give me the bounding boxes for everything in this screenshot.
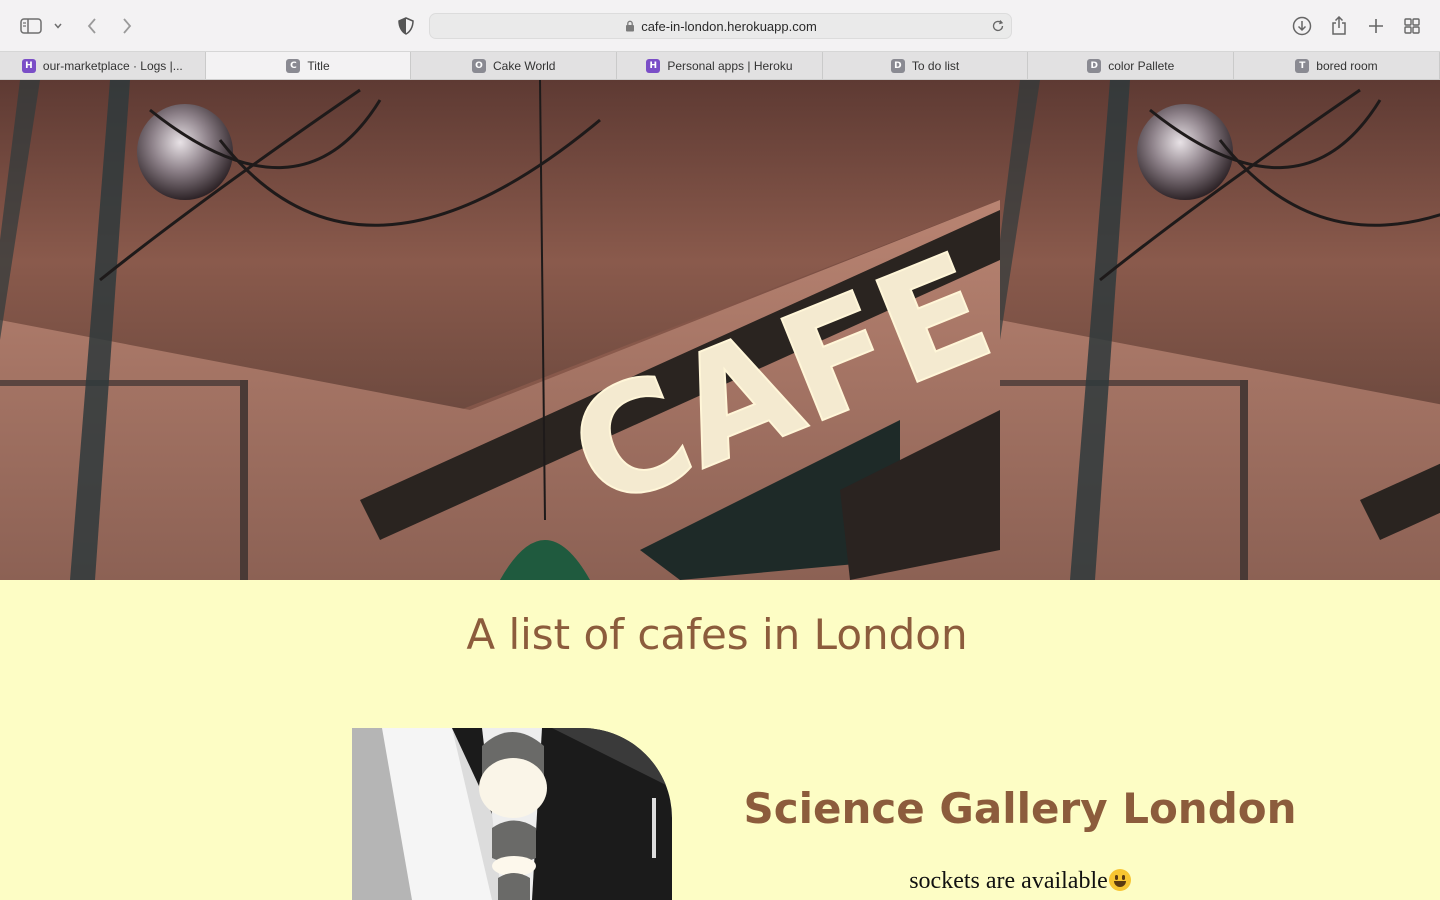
browser-tab[interactable]: Tbored room bbox=[1234, 52, 1440, 79]
tab-label: bored room bbox=[1316, 58, 1378, 73]
cafe-info: sockets are available bbox=[720, 868, 1320, 895]
tab-label: color Pallete bbox=[1108, 58, 1175, 73]
tab-label: Personal apps | Heroku bbox=[667, 58, 793, 73]
reload-icon[interactable] bbox=[991, 18, 1005, 34]
tab-label: our-marketplace · Logs |... bbox=[42, 58, 183, 73]
sidebar-toggle-icon[interactable] bbox=[18, 12, 44, 40]
url-text: cafe-in-london.herokuapp.com bbox=[641, 18, 817, 34]
tab-favicon-icon: D bbox=[890, 58, 905, 73]
browser-tab[interactable]: D To do list bbox=[823, 52, 1029, 79]
tab-bar: Hour-marketplace · Logs |... C Title O Cake … bbox=[0, 52, 1440, 80]
browser-tab[interactable]: O Cake World bbox=[411, 52, 618, 79]
tab-favicon-icon: T bbox=[1295, 58, 1310, 73]
browser-toolbar: cafe-in-london.herokuapp.com bbox=[0, 0, 1440, 52]
share-icon[interactable] bbox=[1329, 12, 1349, 40]
tab-label: Title bbox=[307, 58, 330, 73]
cafe-photo bbox=[352, 728, 672, 900]
hero-image: CAFE bbox=[0, 80, 1440, 580]
forward-icon[interactable] bbox=[117, 12, 137, 40]
browser-tab[interactable]: H Personal apps | Heroku bbox=[617, 52, 823, 79]
tab-overview-icon[interactable] bbox=[1402, 12, 1422, 40]
privacy-shield-icon[interactable] bbox=[396, 12, 416, 40]
tab-label: To do list bbox=[911, 58, 960, 73]
page-heading: A list of cafes in London bbox=[466, 610, 968, 659]
cafe-name: Science Gallery London bbox=[743, 784, 1297, 833]
cafe-info-text: sockets are available bbox=[909, 868, 1108, 894]
lock-icon bbox=[626, 20, 635, 32]
tab-favicon-icon: C bbox=[286, 58, 301, 73]
chevron-down-icon[interactable] bbox=[52, 12, 64, 40]
tab-label: Cake World bbox=[492, 58, 556, 73]
smiling-face-icon bbox=[1108, 869, 1131, 891]
tab-favicon-icon: O bbox=[471, 58, 486, 73]
tab-favicon-icon: D bbox=[1087, 58, 1102, 73]
tab-favicon-icon: H bbox=[646, 58, 661, 73]
new-tab-icon[interactable] bbox=[1366, 12, 1386, 40]
tab-favicon-icon: H bbox=[21, 58, 36, 73]
back-icon[interactable] bbox=[82, 12, 102, 40]
download-icon[interactable] bbox=[1291, 12, 1313, 40]
browser-tab[interactable]: C Title bbox=[205, 52, 412, 79]
browser-tab[interactable]: Hour-marketplace · Logs |... bbox=[0, 52, 206, 79]
address-bar[interactable]: cafe-in-london.herokuapp.com bbox=[429, 13, 1012, 39]
browser-tab[interactable]: Dcolor Pallete bbox=[1028, 52, 1235, 79]
